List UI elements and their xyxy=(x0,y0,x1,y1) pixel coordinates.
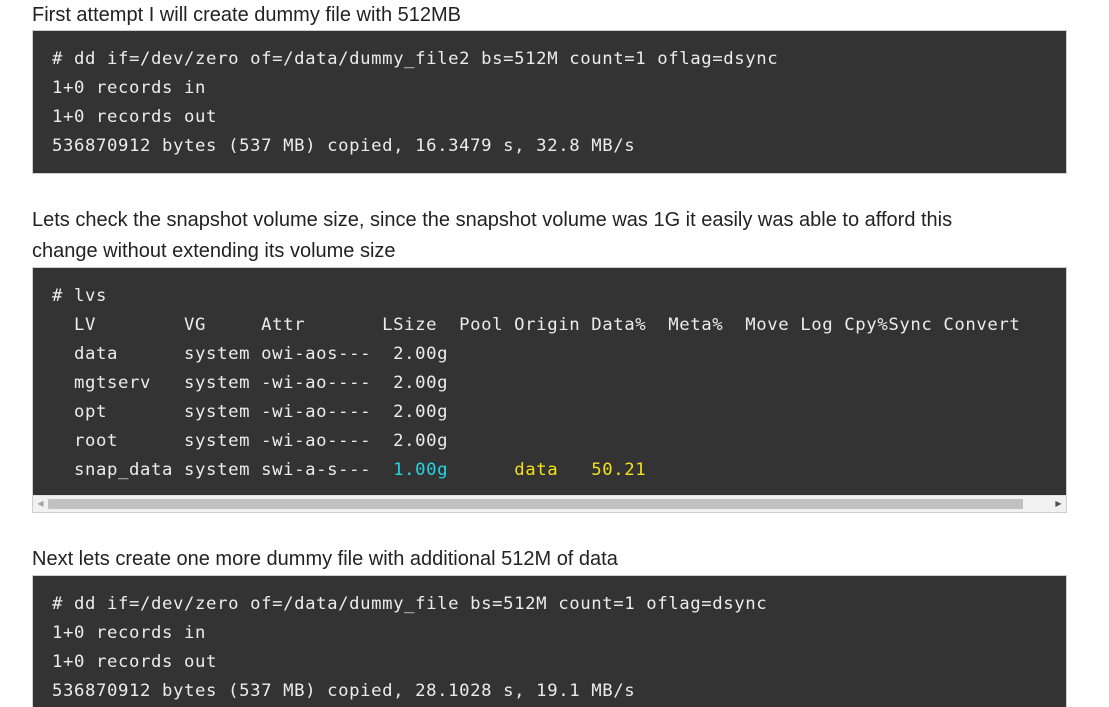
code-line-row: data system owi-aos--- 2.00g xyxy=(52,344,449,364)
article-page: First attempt I will create dummy file w… xyxy=(0,0,1109,707)
paragraph-first-attempt: First attempt I will create dummy file w… xyxy=(32,4,462,26)
code-block-dd-first: # dd if=/dev/zero of=/data/dummy_file2 b… xyxy=(32,30,1067,174)
code-line: 536870912 bytes (537 MB) copied, 16.3479… xyxy=(52,136,636,156)
code-line-snap-row: snap_data system swi-a-s--- 1.00g data 5… xyxy=(52,456,1066,485)
code-content: # lvs LV VG Attr LSize Pool Origin Data%… xyxy=(33,268,1066,485)
code-content: # dd if=/dev/zero of=/data/dummy_file2 b… xyxy=(33,31,1066,161)
snap-row-prefix: snap_data system swi-a-s--- xyxy=(52,460,394,480)
code-line-header: LV VG Attr LSize Pool Origin Data% Meta%… xyxy=(52,315,1021,335)
code-line: # dd if=/dev/zero of=/data/dummy_file2 b… xyxy=(52,49,779,69)
snap-gap xyxy=(558,460,591,480)
code-line: 536870912 bytes (537 MB) copied, 28.1028… xyxy=(52,681,636,701)
snap-data-percent-highlight: 50.21 xyxy=(591,460,647,480)
scroll-right-arrow-icon[interactable]: ▶ xyxy=(1051,496,1066,512)
code-line: 1+0 records out xyxy=(52,652,218,672)
snap-lsize-highlight: 1.00g xyxy=(393,460,449,480)
scroll-left-arrow-icon[interactable]: ◀ xyxy=(33,496,48,512)
code-line: 1+0 records in xyxy=(52,78,207,98)
paragraph-next-dummy: Next lets create one more dummy file wit… xyxy=(32,548,618,570)
code-line-row: opt system -wi-ao---- 2.00g xyxy=(52,402,449,422)
snap-origin-highlight: data xyxy=(514,460,559,480)
paragraph-snapshot-check: Lets check the snapshot volume size, sin… xyxy=(32,209,953,262)
code-line-row: mgtserv system -wi-ao---- 2.00g xyxy=(52,373,449,393)
code-line-command: # lvs xyxy=(52,286,108,306)
code-block-dd-second: # dd if=/dev/zero of=/data/dummy_file bs… xyxy=(32,575,1067,707)
code-line-row: root system -wi-ao---- 2.00g xyxy=(52,431,449,451)
horizontal-scrollbar[interactable]: ◀ ▶ xyxy=(33,495,1066,512)
code-content: # dd if=/dev/zero of=/data/dummy_file bs… xyxy=(33,576,1066,706)
code-line: 1+0 records out xyxy=(52,107,218,127)
code-block-lvs[interactable]: # lvs LV VG Attr LSize Pool Origin Data%… xyxy=(32,267,1067,513)
snap-gap xyxy=(448,460,514,480)
code-line: # dd if=/dev/zero of=/data/dummy_file bs… xyxy=(52,594,768,614)
scrollbar-thumb[interactable] xyxy=(48,499,1023,509)
code-line: 1+0 records in xyxy=(52,623,207,643)
